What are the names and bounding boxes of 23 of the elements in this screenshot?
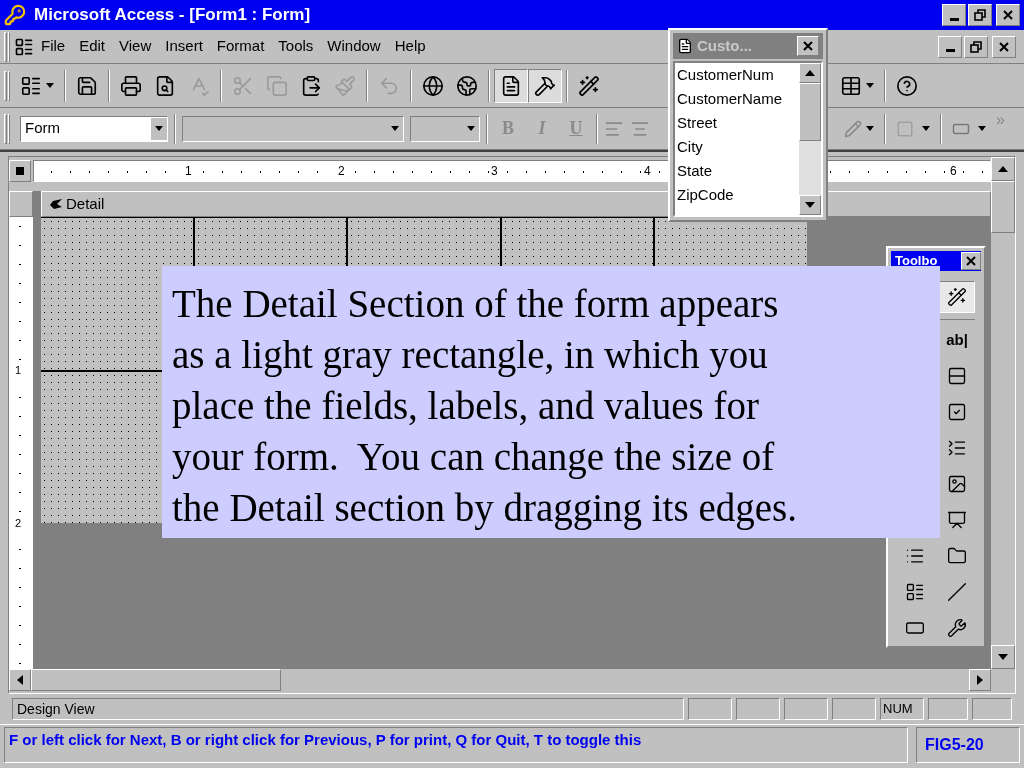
text-box-tool[interactable]: ab| <box>939 324 975 356</box>
status-text: Design View <box>12 698 684 720</box>
field-list-item[interactable]: City <box>675 135 799 159</box>
figure-label: FIG5-20 <box>916 727 1020 763</box>
field-list-item[interactable]: State <box>675 159 799 183</box>
field-list-item[interactable]: Street <box>675 111 799 135</box>
object-combo[interactable]: Form <box>20 115 168 142</box>
field-list-item[interactable]: CustomerName <box>675 87 799 111</box>
menu-item[interactable]: Format <box>209 35 272 58</box>
callout-text: The Detail Section of the form appears as a light gray rectangle, in which you place the fields, labels, and values for your form. You can change the size of the Detail section by dragging its edges. <box>162 266 940 538</box>
menu-item[interactable]: Insert <box>158 35 210 58</box>
menu-item[interactable]: File <box>34 35 73 58</box>
field-list-title: Custo... <box>697 35 753 56</box>
menu-item[interactable]: Help <box>387 35 433 58</box>
menu-item[interactable]: Tools <box>271 35 321 58</box>
window-title: Microsoft Access - [Form1 : Form] <box>34 4 312 27</box>
section-title: Detail <box>66 193 105 214</box>
status-indicator: NUM <box>880 698 924 720</box>
menu-item[interactable]: Window <box>320 35 388 58</box>
menu-item[interactable]: View <box>112 35 159 58</box>
menu-item[interactable]: Edit <box>72 35 113 58</box>
field-list-item[interactable]: CustomerNum <box>675 63 799 87</box>
instruction-text: F or left click for Next, B or right click for Previous, P for print, Q for Quit, T to toggle this <box>4 727 908 763</box>
